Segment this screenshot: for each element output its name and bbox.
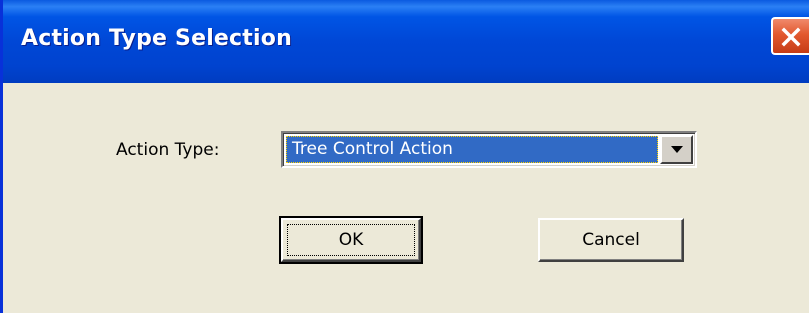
cancel-button[interactable]: Cancel — [538, 218, 684, 262]
close-x-icon — [781, 27, 801, 47]
action-type-label: Action Type: — [116, 140, 220, 160]
action-type-selection-dialog: Action Type Selection Action Type: Tree … — [0, 0, 809, 313]
close-button[interactable] — [771, 17, 809, 55]
title-bar[interactable]: Action Type Selection — [3, 0, 809, 83]
cancel-button-label: Cancel — [582, 230, 640, 250]
action-type-selected-value[interactable]: Tree Control Action — [286, 136, 658, 163]
window-title: Action Type Selection — [21, 26, 292, 51]
focus-rectangle — [287, 224, 415, 256]
chevron-down-icon — [671, 146, 683, 153]
ok-button[interactable]: OK — [279, 216, 423, 264]
dropdown-arrow-button[interactable] — [660, 135, 693, 164]
action-type-dropdown[interactable]: Tree Control Action — [281, 131, 697, 168]
